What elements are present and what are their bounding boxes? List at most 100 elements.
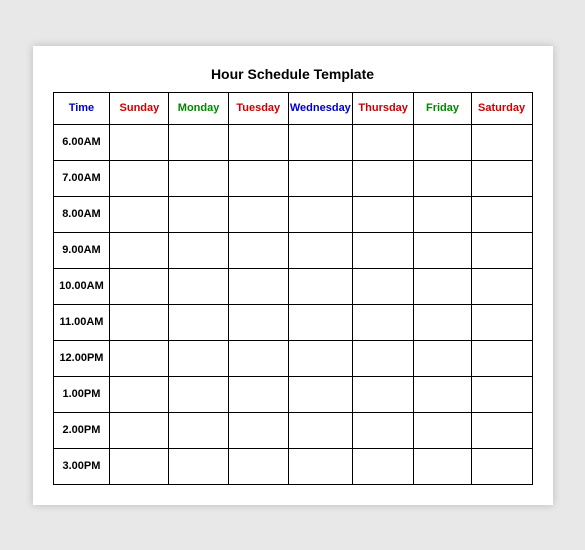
schedule-cell[interactable] (228, 412, 288, 448)
table-row: 6.00AM (53, 124, 532, 160)
schedule-cell[interactable] (228, 124, 288, 160)
schedule-cell[interactable] (352, 376, 413, 412)
time-cell: 8.00AM (53, 196, 110, 232)
schedule-cell[interactable] (288, 268, 352, 304)
time-cell: 1.00PM (53, 376, 110, 412)
schedule-cell[interactable] (352, 412, 413, 448)
schedule-cell[interactable] (471, 448, 532, 484)
table-row: 8.00AM (53, 196, 532, 232)
schedule-cell[interactable] (110, 196, 169, 232)
schedule-cell[interactable] (288, 232, 352, 268)
schedule-cell[interactable] (110, 412, 169, 448)
sunday-header: Sunday (110, 92, 169, 124)
schedule-cell[interactable] (352, 160, 413, 196)
schedule-cell[interactable] (352, 196, 413, 232)
schedule-cell[interactable] (228, 376, 288, 412)
schedule-cell[interactable] (228, 268, 288, 304)
schedule-cell[interactable] (414, 304, 471, 340)
schedule-page: Hour Schedule Template Time Sunday Monda… (33, 46, 553, 505)
schedule-cell[interactable] (414, 412, 471, 448)
table-row: 11.00AM (53, 304, 532, 340)
schedule-cell[interactable] (169, 232, 228, 268)
schedule-cell[interactable] (471, 268, 532, 304)
schedule-cell[interactable] (288, 196, 352, 232)
schedule-cell[interactable] (471, 160, 532, 196)
schedule-cell[interactable] (352, 232, 413, 268)
schedule-cell[interactable] (352, 304, 413, 340)
table-row: 7.00AM (53, 160, 532, 196)
schedule-cell[interactable] (169, 448, 228, 484)
schedule-cell[interactable] (228, 196, 288, 232)
schedule-cell[interactable] (414, 340, 471, 376)
schedule-cell[interactable] (110, 124, 169, 160)
time-cell: 7.00AM (53, 160, 110, 196)
table-row: 2.00PM (53, 412, 532, 448)
schedule-cell[interactable] (169, 412, 228, 448)
schedule-cell[interactable] (110, 376, 169, 412)
schedule-cell[interactable] (352, 340, 413, 376)
schedule-cell[interactable] (471, 376, 532, 412)
time-cell: 6.00AM (53, 124, 110, 160)
schedule-cell[interactable] (471, 340, 532, 376)
page-title: Hour Schedule Template (53, 66, 533, 82)
schedule-cell[interactable] (471, 412, 532, 448)
tuesday-header: Tuesday (228, 92, 288, 124)
schedule-cell[interactable] (110, 160, 169, 196)
schedule-cell[interactable] (169, 160, 228, 196)
schedule-cell[interactable] (228, 448, 288, 484)
schedule-table: Time Sunday Monday Tuesday Wednesday Thu… (53, 92, 533, 485)
table-row: 3.00PM (53, 448, 532, 484)
schedule-cell[interactable] (288, 412, 352, 448)
schedule-cell[interactable] (471, 196, 532, 232)
schedule-cell[interactable] (228, 340, 288, 376)
table-row: 10.00AM (53, 268, 532, 304)
schedule-cell[interactable] (352, 448, 413, 484)
time-cell: 11.00AM (53, 304, 110, 340)
time-cell: 10.00AM (53, 268, 110, 304)
schedule-cell[interactable] (414, 160, 471, 196)
schedule-body: 6.00AM7.00AM8.00AM9.00AM10.00AM11.00AM12… (53, 124, 532, 484)
schedule-cell[interactable] (414, 124, 471, 160)
schedule-cell[interactable] (471, 124, 532, 160)
time-header: Time (53, 92, 110, 124)
schedule-cell[interactable] (414, 196, 471, 232)
time-cell: 9.00AM (53, 232, 110, 268)
schedule-cell[interactable] (110, 448, 169, 484)
monday-header: Monday (169, 92, 228, 124)
schedule-cell[interactable] (169, 376, 228, 412)
schedule-cell[interactable] (110, 232, 169, 268)
schedule-cell[interactable] (288, 376, 352, 412)
schedule-cell[interactable] (471, 232, 532, 268)
schedule-cell[interactable] (228, 232, 288, 268)
header-row: Time Sunday Monday Tuesday Wednesday Thu… (53, 92, 532, 124)
schedule-cell[interactable] (169, 304, 228, 340)
thursday-header: Thursday (352, 92, 413, 124)
table-row: 1.00PM (53, 376, 532, 412)
schedule-cell[interactable] (288, 124, 352, 160)
schedule-cell[interactable] (110, 340, 169, 376)
schedule-cell[interactable] (228, 304, 288, 340)
schedule-cell[interactable] (169, 124, 228, 160)
schedule-cell[interactable] (169, 196, 228, 232)
schedule-cell[interactable] (288, 160, 352, 196)
schedule-cell[interactable] (169, 340, 228, 376)
table-row: 9.00AM (53, 232, 532, 268)
schedule-cell[interactable] (110, 268, 169, 304)
saturday-header: Saturday (471, 92, 532, 124)
time-cell: 3.00PM (53, 448, 110, 484)
wednesday-header: Wednesday (288, 92, 352, 124)
schedule-cell[interactable] (471, 304, 532, 340)
schedule-cell[interactable] (228, 160, 288, 196)
schedule-cell[interactable] (110, 304, 169, 340)
schedule-cell[interactable] (414, 268, 471, 304)
schedule-cell[interactable] (352, 124, 413, 160)
schedule-cell[interactable] (414, 376, 471, 412)
schedule-cell[interactable] (288, 448, 352, 484)
schedule-cell[interactable] (169, 268, 228, 304)
schedule-cell[interactable] (288, 340, 352, 376)
schedule-cell[interactable] (352, 268, 413, 304)
time-cell: 2.00PM (53, 412, 110, 448)
schedule-cell[interactable] (288, 304, 352, 340)
schedule-cell[interactable] (414, 448, 471, 484)
schedule-cell[interactable] (414, 232, 471, 268)
